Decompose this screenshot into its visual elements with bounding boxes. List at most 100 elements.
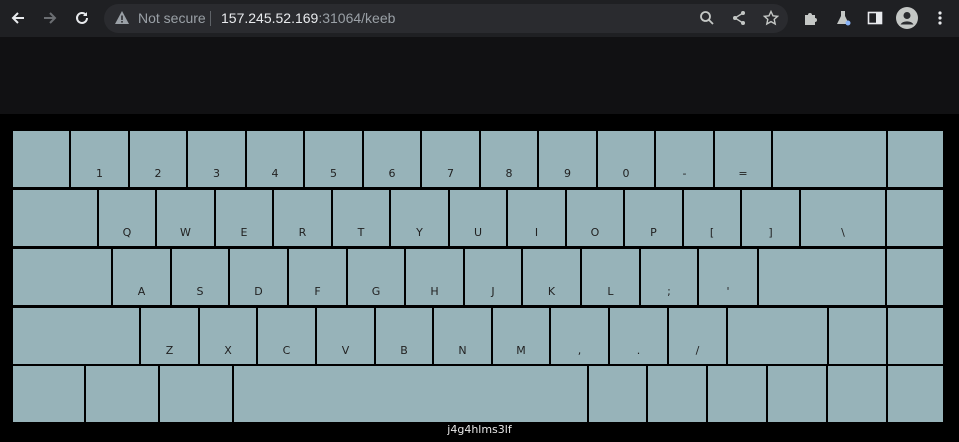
key[interactable]: [13, 249, 111, 305]
extensions-icon[interactable]: [801, 8, 821, 28]
key-label: S: [196, 285, 204, 298]
key[interactable]: 3: [188, 131, 245, 187]
keyboard: 1 2 3 4 5 6 7 8 9 0 - = Q W E R T Y U I O P [] \ A S D F G H J K L; ' Z X C V…: [0, 114, 959, 442]
profile-avatar-icon[interactable]: [896, 7, 918, 29]
key[interactable]: O: [567, 190, 623, 246]
zoom-icon[interactable]: [697, 8, 717, 28]
back-icon[interactable]: [8, 8, 28, 28]
key-label: .: [636, 344, 641, 357]
key[interactable]: [888, 308, 943, 364]
key[interactable]: [: [684, 190, 740, 246]
key[interactable]: C: [258, 308, 315, 364]
key-label: ;: [667, 285, 671, 298]
key[interactable]: ]: [742, 190, 799, 246]
key[interactable]: N: [434, 308, 491, 364]
key[interactable]: 1: [71, 131, 128, 187]
warning-icon[interactable]: [112, 8, 132, 28]
key[interactable]: B: [376, 308, 432, 364]
key[interactable]: V: [317, 308, 374, 364]
key[interactable]: L: [582, 249, 639, 305]
key-label: R: [298, 226, 307, 239]
key[interactable]: 0: [598, 131, 654, 187]
key[interactable]: X: [200, 308, 256, 364]
key-label: E: [240, 226, 248, 239]
key-label: 2: [154, 167, 162, 180]
address-bar[interactable]: [104, 4, 788, 33]
key[interactable]: \: [801, 190, 885, 246]
url-text[interactable]: 157.245.52.169:31064/keeb: [221, 10, 395, 26]
key[interactable]: 7: [422, 131, 479, 187]
security-label[interactable]: Not secure: [138, 10, 206, 26]
key[interactable]: [13, 131, 69, 187]
key-label: H: [430, 285, 439, 298]
key-label: K: [547, 285, 556, 298]
key[interactable]: [589, 366, 646, 422]
key[interactable]: U: [450, 190, 506, 246]
menu-kebab-icon[interactable]: [930, 8, 950, 28]
key[interactable]: 2: [130, 131, 186, 187]
key-label: =: [738, 167, 748, 180]
key[interactable]: R: [274, 190, 331, 246]
key[interactable]: I: [508, 190, 565, 246]
key[interactable]: [759, 249, 885, 305]
key[interactable]: [888, 366, 943, 422]
key[interactable]: [773, 131, 886, 187]
key[interactable]: Y: [391, 190, 448, 246]
labs-flask-icon[interactable]: [833, 8, 853, 28]
key[interactable]: P: [625, 190, 682, 246]
key[interactable]: H: [406, 249, 463, 305]
key[interactable]: .: [610, 308, 667, 364]
key[interactable]: K: [523, 249, 580, 305]
side-panel-icon[interactable]: [865, 8, 885, 28]
browser-toolbar: Not secure 157.245.52.169:31064/keeb: [0, 0, 959, 37]
key[interactable]: Z: [141, 308, 198, 364]
key[interactable]: [234, 366, 587, 422]
key[interactable]: [828, 366, 886, 422]
key[interactable]: 5: [305, 131, 362, 187]
key[interactable]: 4: [247, 131, 303, 187]
key[interactable]: M: [493, 308, 549, 364]
key[interactable]: /: [669, 308, 726, 364]
key[interactable]: 8: [481, 131, 537, 187]
key[interactable]: ,: [551, 308, 608, 364]
key[interactable]: [887, 190, 943, 246]
key[interactable]: E: [216, 190, 272, 246]
key[interactable]: A: [113, 249, 170, 305]
key[interactable]: [160, 366, 232, 422]
key-label: ]: [768, 226, 773, 239]
key[interactable]: [887, 249, 943, 305]
key[interactable]: [728, 308, 827, 364]
key[interactable]: D: [230, 249, 287, 305]
key[interactable]: [708, 366, 766, 422]
key[interactable]: G: [348, 249, 404, 305]
bookmark-star-icon[interactable]: [761, 8, 781, 28]
key[interactable]: ;: [641, 249, 697, 305]
key[interactable]: F: [289, 249, 346, 305]
share-icon[interactable]: [729, 8, 749, 28]
forward-icon[interactable]: [40, 8, 60, 28]
key[interactable]: J: [465, 249, 521, 305]
key[interactable]: 6: [364, 131, 420, 187]
key[interactable]: [13, 190, 97, 246]
key[interactable]: S: [172, 249, 228, 305]
key[interactable]: [888, 131, 943, 187]
key[interactable]: [768, 366, 826, 422]
reload-icon[interactable]: [72, 8, 92, 28]
key[interactable]: T: [333, 190, 389, 246]
key-label: I: [534, 226, 539, 239]
key-label: ,: [577, 344, 582, 357]
key[interactable]: [13, 308, 139, 364]
key-label: W: [180, 226, 191, 239]
key[interactable]: Q: [99, 190, 155, 246]
key-label: D: [254, 285, 263, 298]
key[interactable]: [648, 366, 706, 422]
key[interactable]: [13, 366, 84, 422]
key[interactable]: [829, 308, 886, 364]
key[interactable]: =: [715, 131, 771, 187]
key[interactable]: W: [157, 190, 214, 246]
key[interactable]: -: [656, 131, 713, 187]
key[interactable]: ': [699, 249, 757, 305]
key[interactable]: 9: [539, 131, 596, 187]
key[interactable]: [86, 366, 158, 422]
key-label: 0: [622, 167, 630, 180]
